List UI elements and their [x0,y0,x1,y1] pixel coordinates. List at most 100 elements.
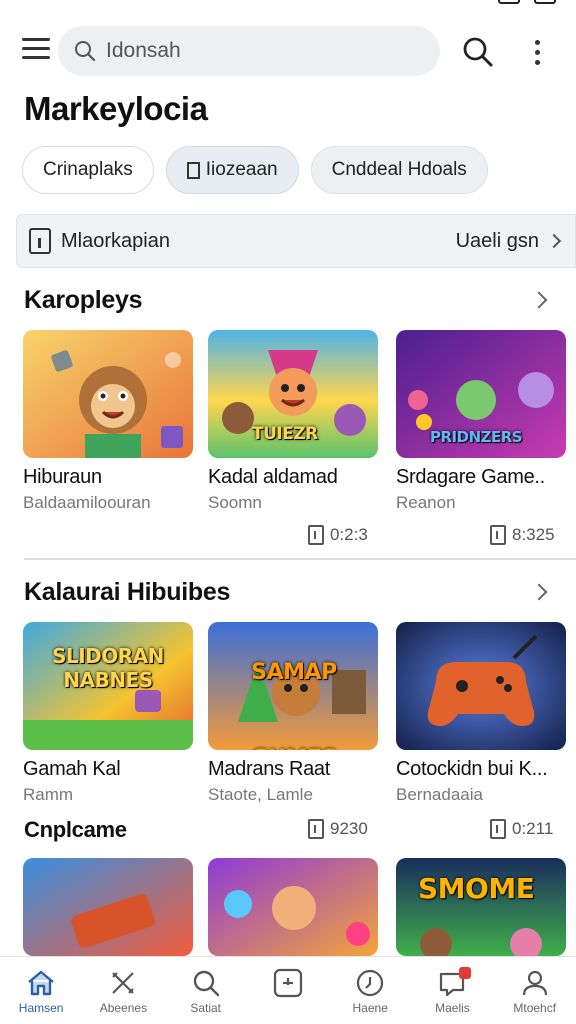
game-thumbnail [23,330,193,458]
status-icons [498,0,556,4]
home-icon [28,970,54,996]
game-title: Gamah Kal [23,758,121,780]
game-thumbnail [396,622,566,750]
thumbnail-art-text: SLIDORAN NABNES [52,644,164,692]
game-subtitle: Baldaamiloouran [23,493,151,512]
chip-label: Iiozeaan [205,159,278,180]
section-title: Cnplcame [24,817,127,842]
duration-meta: 0:211 [490,819,553,839]
square-icon [186,161,200,179]
game-subtitle: Ramm [23,785,74,804]
game-subtitle: Bernadaaia [396,785,483,804]
section-title: Karopleys [24,285,143,314]
game-thumbnail: PRIDNZERS [396,330,566,458]
game-card[interactable]: PRIDNZERS Srdagare Game.. Reanon [396,330,566,513]
game-card[interactable]: SAMAP GUMES Madrans Raat Staote, Lamle [208,622,378,805]
nav-label: Haene [352,1001,388,1015]
chevron-right-icon[interactable] [528,287,554,313]
status-bar [0,0,576,12]
top-bar [0,24,576,80]
game-card[interactable]: Cotockidn bui K... Bernadaaia [396,622,566,805]
game-card[interactable]: TUIEZR Kadal aldamad Soomn [208,330,378,513]
search-icon [463,37,493,67]
search-button[interactable] [460,34,496,70]
thumbnail-art-text: SAMAP GUMES [251,660,338,750]
game-thumbnail: SLIDORAN NABNES [23,622,193,750]
game-title: Kadal aldamad [208,466,338,488]
game-subtitle: Reanon [396,493,456,512]
nav-messages[interactable]: Maelis [411,957,493,1024]
game-thumbnail [23,858,193,956]
file-icon [490,525,506,545]
game-card[interactable] [23,858,193,956]
meta-value: 8:325 [512,525,555,544]
search-input[interactable] [106,39,406,63]
thumbnail-art-text: PRIDNZERS [430,428,523,446]
file-icon [308,819,324,839]
info-action-label: Uaeli gsn [455,229,539,252]
chip-cnddeal-hdoals[interactable]: Cnddeal Hdoals [310,146,488,194]
crossed-tools-icon [112,972,135,994]
game-title: Hiburaun [23,466,102,488]
file-icon [308,525,324,545]
nav-add[interactable] [247,957,329,1024]
nav-search[interactable]: Satiat [165,957,247,1024]
more-options-icon[interactable] [522,34,552,70]
info-action-link[interactable]: Uaeli gsn [455,229,562,253]
search-icon [74,40,96,62]
game-card[interactable]: Hiburaun Baldaamiloouran [23,330,193,513]
game-card[interactable]: SMOME [396,858,566,956]
battery-icon [534,0,556,4]
game-card[interactable] [208,858,378,956]
divider [24,558,576,560]
duration-meta: 9230 [308,819,368,839]
meta-value: 0:2:3 [330,525,368,544]
nav-label: Hamsen [18,1001,64,1015]
file-icon [490,819,506,839]
nav-label: Maelis [435,1001,470,1015]
chip-iiozeaan[interactable]: Iiozeaan [165,146,299,194]
nav-abeenes[interactable]: Abeenes [82,957,164,1024]
game-title: Cotockidn bui K... [396,758,548,780]
game-title: Srdagare Game.. [396,466,545,488]
menu-icon[interactable] [22,38,54,66]
nav-label: Abeenes [99,1001,148,1015]
section-title: Kalaurai Hibuibes [24,577,231,606]
search-field[interactable] [58,26,440,76]
game-thumbnail: SMOME [396,858,566,956]
signal-icon [498,0,520,4]
duration-meta: 8:325 [490,525,555,545]
game-thumbnail: TUIEZR [208,330,378,458]
game-subtitle: Soomn [208,493,262,512]
chip-crinaplaks[interactable]: Crinaplaks [22,146,154,194]
chip-label: Crinaplaks [43,159,133,180]
meta-value: 9230 [330,819,368,838]
section-header: Cnplcame [24,812,560,848]
bottom-navigation: Hamsen Abeenes Satiat Haene Maelis Mtoeh… [0,956,576,1024]
chip-label: Cnddeal Hdoals [331,159,467,180]
nav-home[interactable]: Hamsen [0,957,82,1024]
section-header: Kalaurai Hibuibes [24,574,560,610]
add-box-icon [273,968,303,998]
game-subtitle: Staote, Lamle [208,785,313,804]
notification-badge [459,967,472,979]
profile-icon [522,970,547,996]
nav-label: Satiat [190,1001,221,1015]
info-bar[interactable]: Mlaorkapian Uaeli gsn [16,214,576,268]
chevron-right-icon[interactable] [528,579,554,605]
thumbnail-art-text: TUIEZR [252,424,318,444]
section-header: Karopleys [24,282,560,318]
nav-profile[interactable]: Mtoehcf [494,957,576,1024]
info-label: Mlaorkapian [61,229,170,252]
search-icon [193,970,219,997]
game-card[interactable]: SLIDORAN NABNES Gamah Kal Ramm [23,622,193,805]
nav-heart[interactable]: Haene [329,957,411,1024]
heart-icon [357,969,384,997]
chevron-right-icon [546,233,562,249]
duration-meta: 0:2:3 [308,525,368,545]
game-thumbnail [208,858,378,956]
info-icon [29,228,51,254]
page-title: Markeylocia [24,90,208,127]
game-title: Madrans Raat [208,758,331,780]
nav-label: Mtoehcf [513,1001,557,1015]
